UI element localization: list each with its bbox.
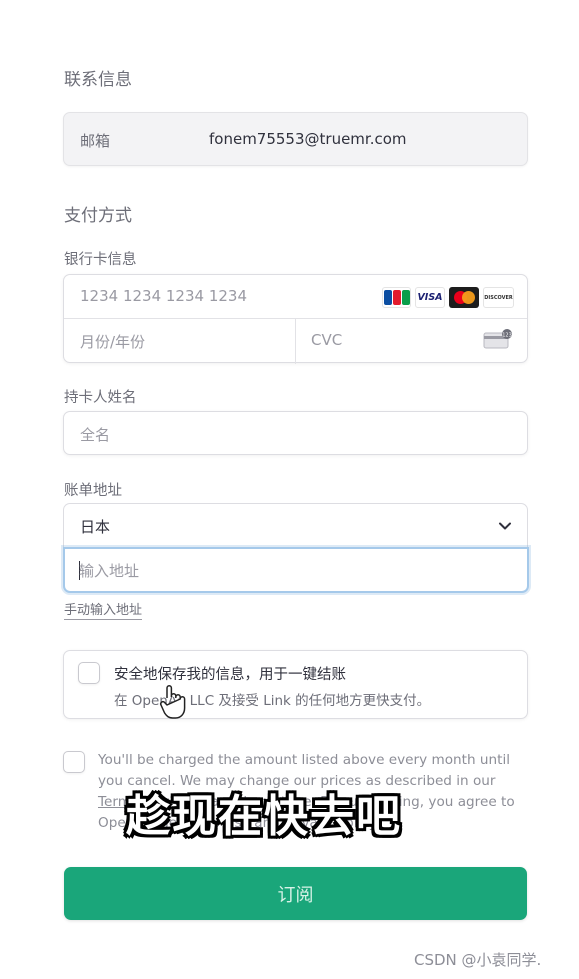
payment-section-title: 支付方式 — [64, 206, 132, 226]
manual-address-link[interactable]: 手动输入地址 — [64, 603, 143, 620]
billing-address-label: 账单地址 — [64, 483, 122, 499]
jcb-icon — [382, 287, 411, 308]
mastercard-icon — [449, 287, 479, 308]
expiry-input[interactable]: 月份/年份 — [80, 331, 145, 352]
svg-text:123: 123 — [502, 333, 512, 339]
card-input-group: 1234 1234 1234 1234 VISA DISCOVER 月份/年份 … — [63, 274, 528, 364]
contact-section-title: 联系信息 — [64, 70, 132, 90]
hand-cursor-icon — [159, 685, 186, 719]
csdn-watermark: CSDN @小袁同学. — [414, 951, 542, 969]
card-number-input[interactable]: 1234 1234 1234 1234 — [80, 287, 247, 305]
cardholder-placeholder: 全名 — [80, 426, 111, 444]
email-label: 邮箱 — [80, 132, 111, 150]
country-value: 日本 — [80, 518, 111, 536]
link-save-title: 安全地保存我的信息，用于一键结账 — [114, 667, 346, 683]
link-save-checkbox[interactable] — [78, 662, 100, 684]
card-col-divider — [295, 319, 296, 364]
checkout-page: 联系信息 邮箱 fonem75553@truemr.com 支付方式 银行卡信息… — [0, 0, 579, 979]
card-info-label: 银行卡信息 — [64, 252, 137, 268]
cvc-input[interactable]: CVC — [311, 331, 342, 349]
chevron-down-icon — [499, 522, 511, 530]
cvc-card-icon: 123 — [483, 329, 512, 349]
subscribe-button[interactable]: 订阅 — [64, 867, 527, 920]
link-save-box[interactable]: 安全地保存我的信息，用于一键结账 在 OpenAI, LLC 及接受 Link … — [63, 650, 528, 719]
terms-checkbox[interactable] — [63, 751, 85, 773]
address-placeholder: 输入地址 — [79, 562, 140, 580]
visa-icon: VISA — [415, 287, 445, 308]
overlay-caption: 趁现在快去吧 — [126, 791, 402, 842]
cardholder-name-input[interactable]: 全名 — [63, 411, 528, 455]
discover-icon: DISCOVER — [483, 287, 514, 308]
country-select[interactable]: 日本 — [63, 503, 528, 547]
email-value: fonem75553@truemr.com — [209, 130, 407, 148]
cardholder-label: 持卡人姓名 — [64, 390, 137, 406]
email-field[interactable]: 邮箱 fonem75553@truemr.com — [63, 112, 528, 166]
address-input[interactable]: 输入地址 — [63, 547, 529, 593]
